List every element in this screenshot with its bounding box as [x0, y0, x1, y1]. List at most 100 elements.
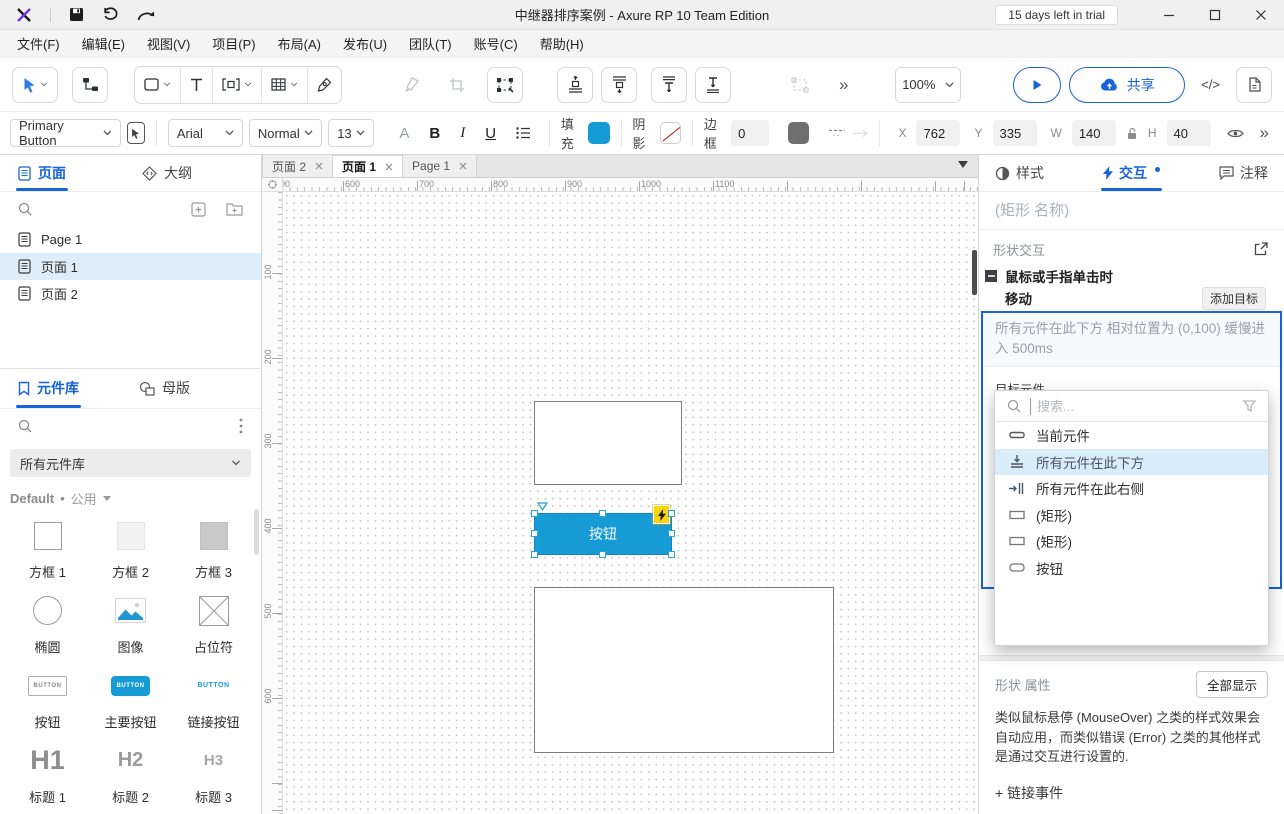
page-item-yemian1[interactable]: 页面 1	[0, 253, 261, 280]
option-all-right[interactable]: 所有元件在此右侧	[995, 475, 1268, 502]
page-item-page1[interactable]: Page 1	[0, 226, 261, 253]
menu-view[interactable]: 视图(V)	[136, 30, 201, 57]
show-all-button[interactable]: 全部显示	[1196, 671, 1268, 698]
widget-h1[interactable]: H1标题 1	[6, 739, 89, 810]
rectangle-tool-button[interactable]	[135, 67, 181, 103]
style-preset-select[interactable]: Primary Button	[10, 119, 121, 147]
border-width-input[interactable]: 0	[731, 120, 769, 146]
widget-link-button[interactable]: BUTTON链接按钮	[172, 664, 255, 735]
share-button[interactable]: 共享	[1069, 67, 1185, 103]
doc-tab-page1[interactable]: Page 1	[403, 155, 477, 177]
menu-layout[interactable]: 布局(A)	[267, 30, 332, 57]
option-button[interactable]: 按钮	[995, 555, 1268, 582]
text-align-top-button[interactable]	[651, 67, 687, 103]
send-backward-button[interactable]	[557, 67, 593, 103]
canvas-rectangle-1[interactable]	[534, 401, 682, 485]
target-search-row[interactable]	[995, 391, 1268, 422]
menu-edit[interactable]: 编辑(E)	[71, 30, 136, 57]
visibility-button[interactable]	[1227, 128, 1244, 139]
italic-button[interactable]: I	[453, 125, 472, 142]
widget-primary-button[interactable]: BUTTON主要按钮	[89, 664, 172, 735]
doc-tab-yemian1[interactable]: 页面 1	[333, 155, 403, 177]
border-color-swatch[interactable]	[788, 122, 810, 144]
tab-notes[interactable]: 注释	[1219, 155, 1268, 191]
open-interaction-editor-button[interactable]	[1254, 242, 1268, 256]
widget-placeholder[interactable]: 占位符	[172, 589, 255, 660]
menu-publish[interactable]: 发布(U)	[332, 30, 398, 57]
pen-tool-button[interactable]	[308, 67, 341, 103]
search-pages-button[interactable]	[18, 202, 32, 216]
canvas-button-widget[interactable]: 按钮	[534, 513, 672, 555]
close-button[interactable]	[1238, 0, 1284, 29]
ruler-settings-icon[interactable]	[262, 178, 283, 191]
text-tool-button[interactable]	[181, 67, 213, 103]
filter-icon[interactable]	[1243, 400, 1256, 412]
bold-button[interactable]: B	[422, 125, 447, 142]
selection-handle[interactable]	[668, 551, 675, 558]
shadow-swatch[interactable]	[660, 122, 682, 144]
tab-masters[interactable]: 母版	[139, 369, 190, 408]
selection-handle[interactable]	[668, 510, 675, 517]
tab-style[interactable]: 样式	[995, 155, 1044, 191]
border-style-button[interactable]	[828, 128, 846, 138]
x-input[interactable]: 762	[916, 120, 960, 146]
text-align-bottom-button[interactable]	[695, 67, 731, 103]
widget-ellipse[interactable]: 椭圆	[6, 589, 89, 660]
menu-help[interactable]: 帮助(H)	[529, 30, 595, 57]
save-button[interactable]	[69, 7, 84, 22]
h-input[interactable]: 40	[1167, 120, 1211, 146]
tab-outline[interactable]: 大纲	[142, 155, 192, 191]
component-tool-button[interactable]	[213, 67, 262, 103]
widget-box2[interactable]: 方框 2	[89, 514, 172, 585]
widget-name-field[interactable]	[979, 192, 1284, 230]
lock-ratio-icon[interactable]	[1126, 127, 1138, 140]
widgets-scrollbar[interactable]	[254, 509, 259, 555]
widget-box1[interactable]: 方框 1	[6, 514, 89, 585]
minimize-button[interactable]	[1146, 0, 1192, 29]
option-rectangle-2[interactable]: (矩形)	[995, 528, 1268, 555]
widget-name-input[interactable]	[995, 202, 1268, 219]
widget-button[interactable]: BUTTON按钮	[6, 664, 89, 735]
target-search-input[interactable]	[1030, 398, 1234, 415]
close-icon[interactable]	[385, 163, 393, 171]
style-more-button[interactable]: »	[1260, 123, 1270, 143]
fill-color-swatch[interactable]	[588, 122, 610, 144]
table-tool-button[interactable]	[262, 67, 308, 103]
search-widgets-button[interactable]	[18, 419, 32, 433]
design-canvas[interactable]: 按钮	[283, 192, 978, 814]
add-target-button[interactable]: 添加目标	[1202, 287, 1266, 310]
undo-button[interactable]	[102, 7, 119, 22]
w-input[interactable]: 140	[1072, 120, 1116, 146]
selection-handle[interactable]	[599, 510, 606, 517]
event-header[interactable]: 鼠标或手指单击时	[979, 264, 1284, 286]
library-group-header[interactable]: Default • 公用	[0, 477, 261, 510]
style-picker-button[interactable]	[127, 122, 145, 144]
doc-tab-yemian2[interactable]: 页面 2	[262, 155, 333, 177]
selection-handle[interactable]	[531, 530, 538, 537]
font-size-select[interactable]: 13	[328, 119, 374, 147]
option-rectangle-1[interactable]: (矩形)	[995, 502, 1268, 529]
widget-image[interactable]: 图像	[89, 589, 172, 660]
page-item-yemian2[interactable]: 页面 2	[0, 280, 261, 307]
more-tools-button[interactable]: »	[831, 67, 857, 103]
action-summary[interactable]: 所有元件在此下方 相对位置为 (0,100) 缓慢进入 500ms	[983, 313, 1280, 367]
close-icon[interactable]	[459, 162, 467, 170]
tab-pages[interactable]: 页面	[18, 155, 66, 191]
action-row[interactable]: 移动 添加目标	[979, 286, 1284, 310]
menu-account[interactable]: 账号(C)	[463, 30, 529, 57]
zoom-select[interactable]: 100%	[895, 67, 961, 103]
menu-file[interactable]: 文件(F)	[6, 30, 71, 57]
canvas-rectangle-2[interactable]	[534, 587, 834, 753]
widget-box3[interactable]: 方框 3	[172, 514, 255, 585]
preview-button[interactable]	[1013, 67, 1061, 103]
option-all-below[interactable]: 所有元件在此下方	[995, 449, 1268, 476]
widget-menu-button[interactable]	[239, 418, 243, 434]
tab-widget-library[interactable]: 元件库	[18, 369, 79, 408]
underline-button[interactable]: U	[478, 125, 503, 142]
link-events-button[interactable]: + 链接事件	[979, 767, 1284, 803]
code-export-button[interactable]: </>	[1193, 67, 1228, 103]
maximize-button[interactable]	[1192, 0, 1238, 29]
widget-h2[interactable]: H2标题 2	[89, 739, 172, 810]
font-weight-select[interactable]: Normal	[249, 119, 322, 147]
connector-tool-button[interactable]	[72, 67, 108, 103]
